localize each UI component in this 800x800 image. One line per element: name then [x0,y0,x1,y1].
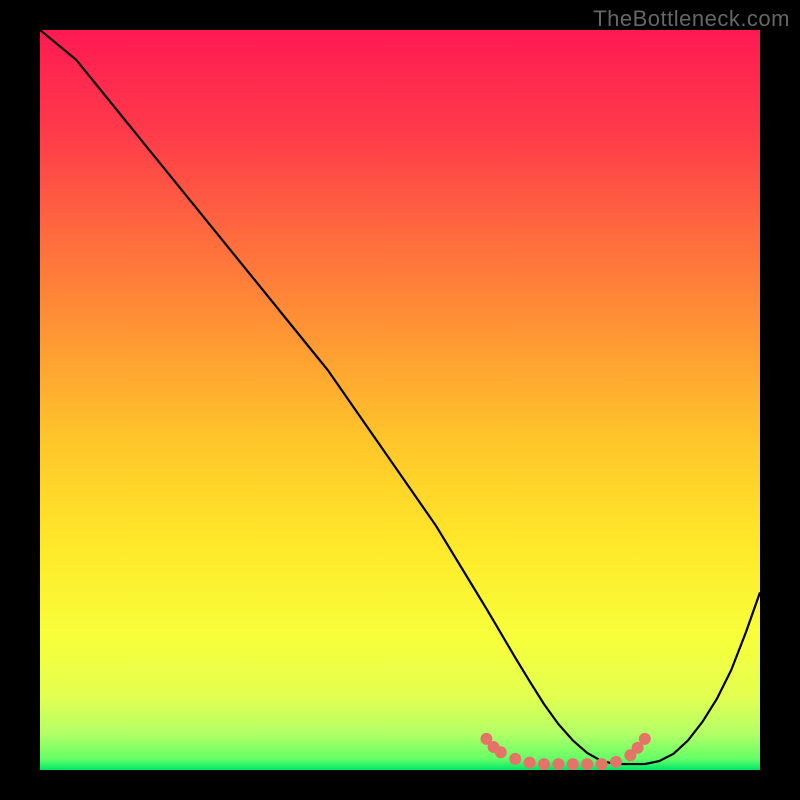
plot-outer [40,30,760,770]
chart-frame: TheBottleneck.com [0,0,800,800]
watermark-text: TheBottleneck.com [593,6,790,32]
plot-background-gradient [40,30,760,770]
